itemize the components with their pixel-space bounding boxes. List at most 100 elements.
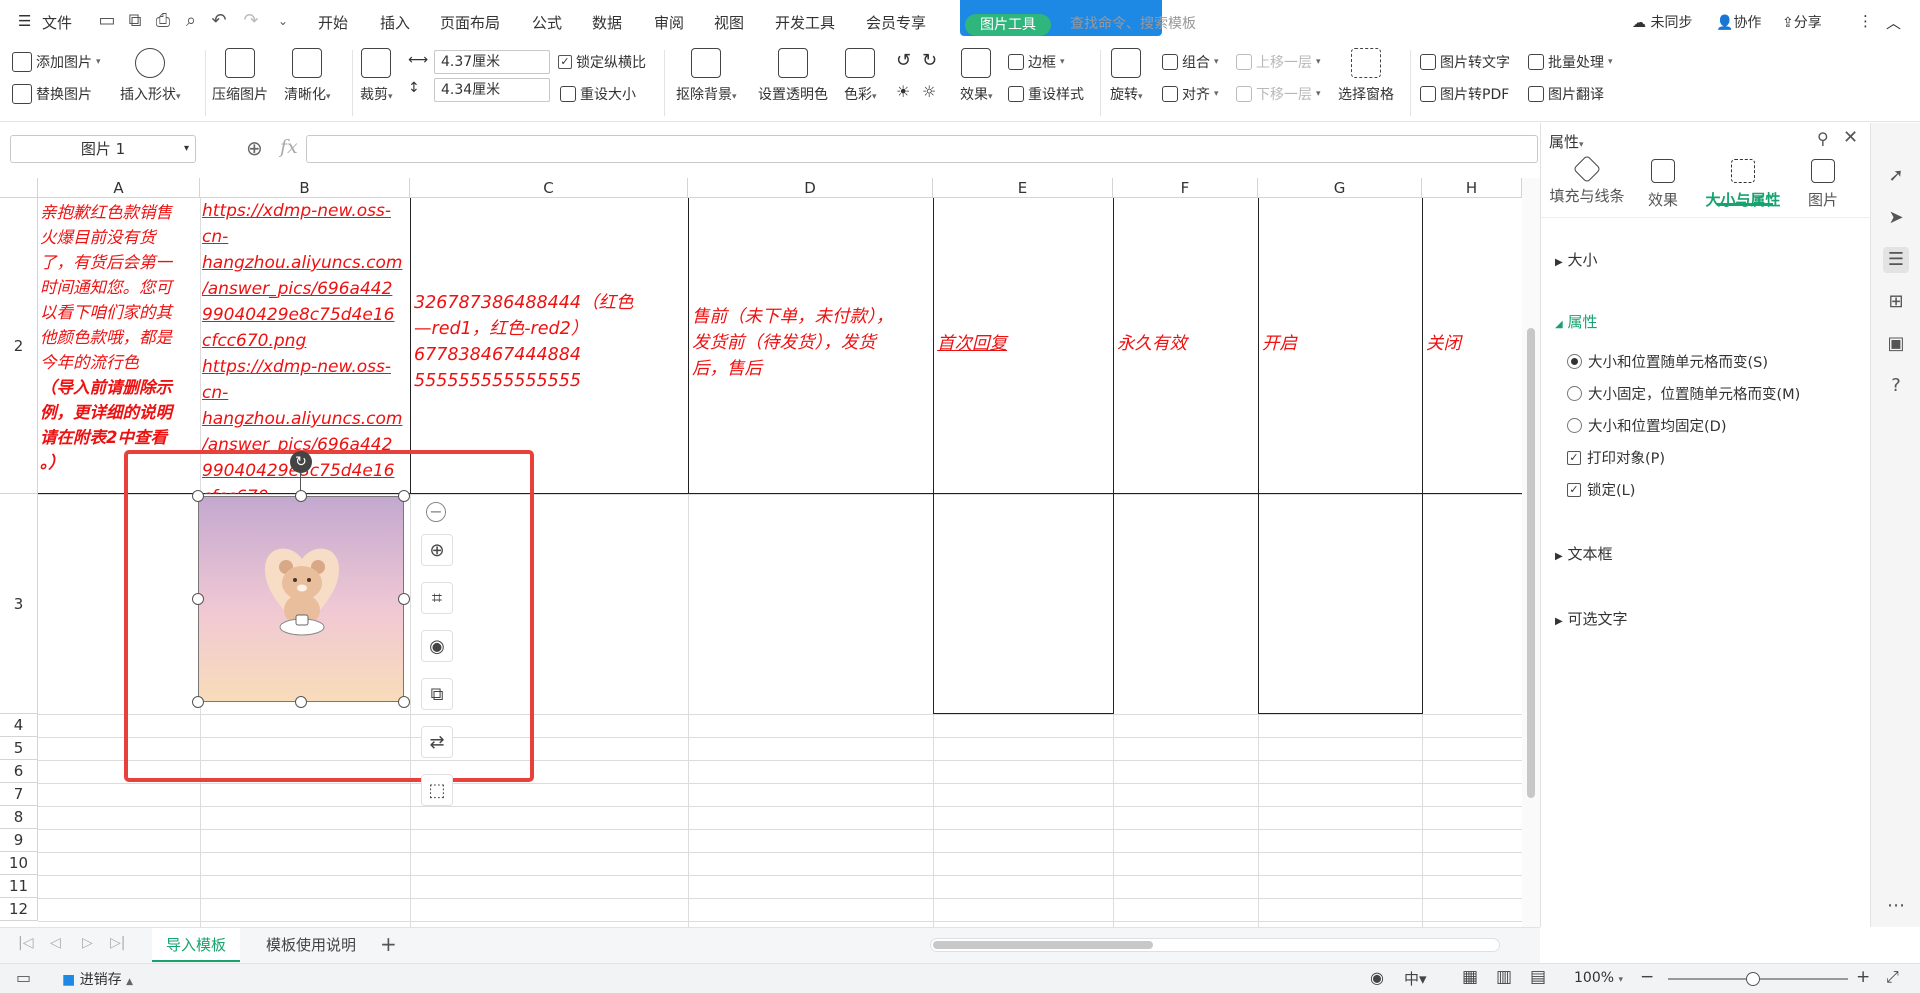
- resize-handle-sw[interactable]: [192, 696, 204, 708]
- add-sheet-icon[interactable]: +: [380, 932, 397, 956]
- save-icon[interactable]: ▭: [96, 10, 118, 32]
- align-button[interactable]: 对齐 ▾: [1162, 84, 1219, 104]
- rotate-left-icon[interactable]: ↺: [896, 50, 911, 71]
- row-header-9[interactable]: 9: [0, 829, 38, 852]
- convert-picture-icon[interactable]: ⧉: [421, 678, 453, 710]
- tab-fill-line[interactable]: 填充与线条: [1549, 154, 1625, 206]
- option-locked[interactable]: ✓ 锁定(L): [1567, 479, 1635, 500]
- tab-picture-tools[interactable]: 图片工具: [965, 14, 1051, 36]
- section-props[interactable]: ◢ 属性: [1555, 311, 1598, 332]
- tab-formula[interactable]: 公式: [532, 12, 562, 33]
- sync-status[interactable]: ☁ 未同步: [1632, 12, 1692, 32]
- send-backward-button[interactable]: 下移一层 ▾: [1236, 84, 1321, 104]
- replace-float-icon[interactable]: ⇄: [421, 726, 453, 758]
- pic-translate-button[interactable]: 图片翻译: [1528, 84, 1604, 104]
- cell-c2[interactable]: 326787386488444（红色 —red1，红色-red2） 677838…: [414, 290, 686, 394]
- add-picture-button[interactable]: 添加图片 ▾: [12, 52, 101, 72]
- save-state[interactable]: ■ 进销存 ▲: [62, 969, 133, 989]
- color-button[interactable]: 色彩▾: [844, 48, 877, 104]
- layout-icon[interactable]: ⊞: [1883, 289, 1909, 315]
- bring-forward-button[interactable]: 上移一层 ▾: [1236, 52, 1321, 72]
- resize-handle-e[interactable]: [398, 593, 410, 605]
- contrast-icon[interactable]: ☼: [922, 82, 936, 101]
- row-header-12[interactable]: 12: [0, 898, 38, 921]
- col-header-a[interactable]: A: [38, 178, 200, 198]
- picture-1[interactable]: [198, 496, 404, 702]
- collapse-ribbon-icon[interactable]: ︿: [1886, 12, 1901, 33]
- row-header-8[interactable]: 8: [0, 806, 38, 829]
- row-header-7[interactable]: 7: [0, 783, 38, 806]
- row-header-6[interactable]: 6: [0, 760, 38, 783]
- set-transparent-button[interactable]: 设置透明色: [758, 48, 828, 104]
- print-icon[interactable]: ⎙: [152, 10, 174, 32]
- rotate-right-icon[interactable]: ↻: [922, 50, 937, 71]
- pin-icon[interactable]: ⚲: [1817, 129, 1829, 148]
- close-panel-icon[interactable]: ✕: [1843, 127, 1858, 148]
- pic-to-pdf-button[interactable]: 图片转PDF: [1420, 84, 1509, 104]
- row-header-2[interactable]: 2: [0, 198, 38, 494]
- section-size[interactable]: ▶ 大小: [1555, 249, 1598, 270]
- collab-button[interactable]: 👤协作: [1716, 12, 1761, 32]
- share-button[interactable]: ⇪分享: [1782, 12, 1822, 32]
- tab-insert[interactable]: 插入: [380, 12, 410, 33]
- insert-shape-button[interactable]: 插入形状▾: [120, 48, 181, 104]
- screen-icon[interactable]: ▭: [16, 968, 31, 987]
- resize-handle-se[interactable]: [398, 696, 410, 708]
- tab-review[interactable]: 审阅: [654, 12, 684, 33]
- row-header-5[interactable]: 5: [0, 737, 38, 760]
- cell-f2[interactable]: 永久有效: [1117, 331, 1187, 357]
- input-method-icon[interactable]: 中▾: [1404, 968, 1427, 989]
- horizontal-scrollbar[interactable]: [930, 938, 1500, 952]
- tab-home[interactable]: 开始: [318, 12, 348, 33]
- collapse-toolbar-icon[interactable]: −: [426, 502, 446, 522]
- more-tools-icon[interactable]: ⋯: [1883, 893, 1909, 919]
- col-header-c[interactable]: C: [410, 178, 688, 198]
- reset-size-button[interactable]: 重设大小: [560, 84, 636, 104]
- col-header-b[interactable]: B: [200, 178, 410, 198]
- lock-ratio-checkbox[interactable]: ✓ 锁定纵横比: [558, 52, 646, 72]
- zoom-out-icon[interactable]: −: [1640, 967, 1654, 987]
- preview-icon[interactable]: ⌕: [180, 10, 202, 32]
- zoom-slider-thumb[interactable]: [1746, 972, 1760, 986]
- page-view-icon[interactable]: ▥: [1496, 967, 1512, 987]
- width-field[interactable]: 4.37厘米: [434, 50, 550, 74]
- option-print-object[interactable]: ✓ 打印对象(P): [1567, 447, 1665, 468]
- vertical-scrollbar[interactable]: [1522, 178, 1540, 927]
- first-sheet-icon[interactable]: |◁: [18, 935, 33, 951]
- clarify-button[interactable]: 清晰化▾: [284, 48, 331, 104]
- formula-input[interactable]: [306, 135, 1538, 163]
- name-box-dropdown-icon[interactable]: ▾: [184, 136, 189, 162]
- tab-data[interactable]: 数据: [592, 12, 622, 33]
- option-fixed[interactable]: 大小和位置均固定(D): [1567, 415, 1726, 436]
- section-alt-text[interactable]: ▶ 可选文字: [1555, 608, 1628, 629]
- resize-handle-n[interactable]: [295, 490, 307, 502]
- help-icon[interactable]: ?: [1883, 373, 1909, 399]
- idea-bulb-icon[interactable]: ◉: [421, 630, 453, 662]
- file-menu[interactable]: 文件: [42, 12, 72, 33]
- effects-button[interactable]: 效果▾: [960, 48, 993, 104]
- col-header-d[interactable]: D: [688, 178, 933, 198]
- col-header-f[interactable]: F: [1113, 178, 1258, 198]
- row-header-4[interactable]: 4: [0, 714, 38, 737]
- image-tool-icon[interactable]: ▣: [1883, 331, 1909, 357]
- fullscreen-icon[interactable]: ⤢: [1886, 967, 1899, 987]
- zoom-level[interactable]: 100% ▾: [1574, 970, 1623, 986]
- sheet-tab-instructions[interactable]: 模板使用说明: [252, 928, 370, 962]
- fx-icon[interactable]: fx: [280, 136, 298, 158]
- tab-view[interactable]: 视图: [714, 12, 744, 33]
- page-break-view-icon[interactable]: ▤: [1530, 967, 1546, 987]
- sheet-tab-import[interactable]: 导入模板: [152, 928, 241, 962]
- row-header-3[interactable]: 3: [0, 494, 38, 714]
- panel-title[interactable]: 属性▾: [1549, 131, 1584, 152]
- tab-page-layout[interactable]: 页面布局: [440, 12, 500, 33]
- select-float-icon[interactable]: ⬚: [421, 774, 453, 806]
- more-icon[interactable]: ⋮: [1858, 12, 1873, 30]
- tab-developer[interactable]: 开发工具: [775, 12, 835, 33]
- template-icon[interactable]: ⧉: [124, 10, 146, 32]
- resize-handle-w[interactable]: [192, 593, 204, 605]
- next-sheet-icon[interactable]: ▷: [82, 935, 93, 951]
- tab-picture[interactable]: 图片: [1785, 159, 1861, 210]
- rotate-button[interactable]: 旋转▾: [1110, 48, 1143, 104]
- redo-icon[interactable]: ↷: [240, 10, 262, 32]
- replace-picture-button[interactable]: 替换图片: [12, 84, 92, 104]
